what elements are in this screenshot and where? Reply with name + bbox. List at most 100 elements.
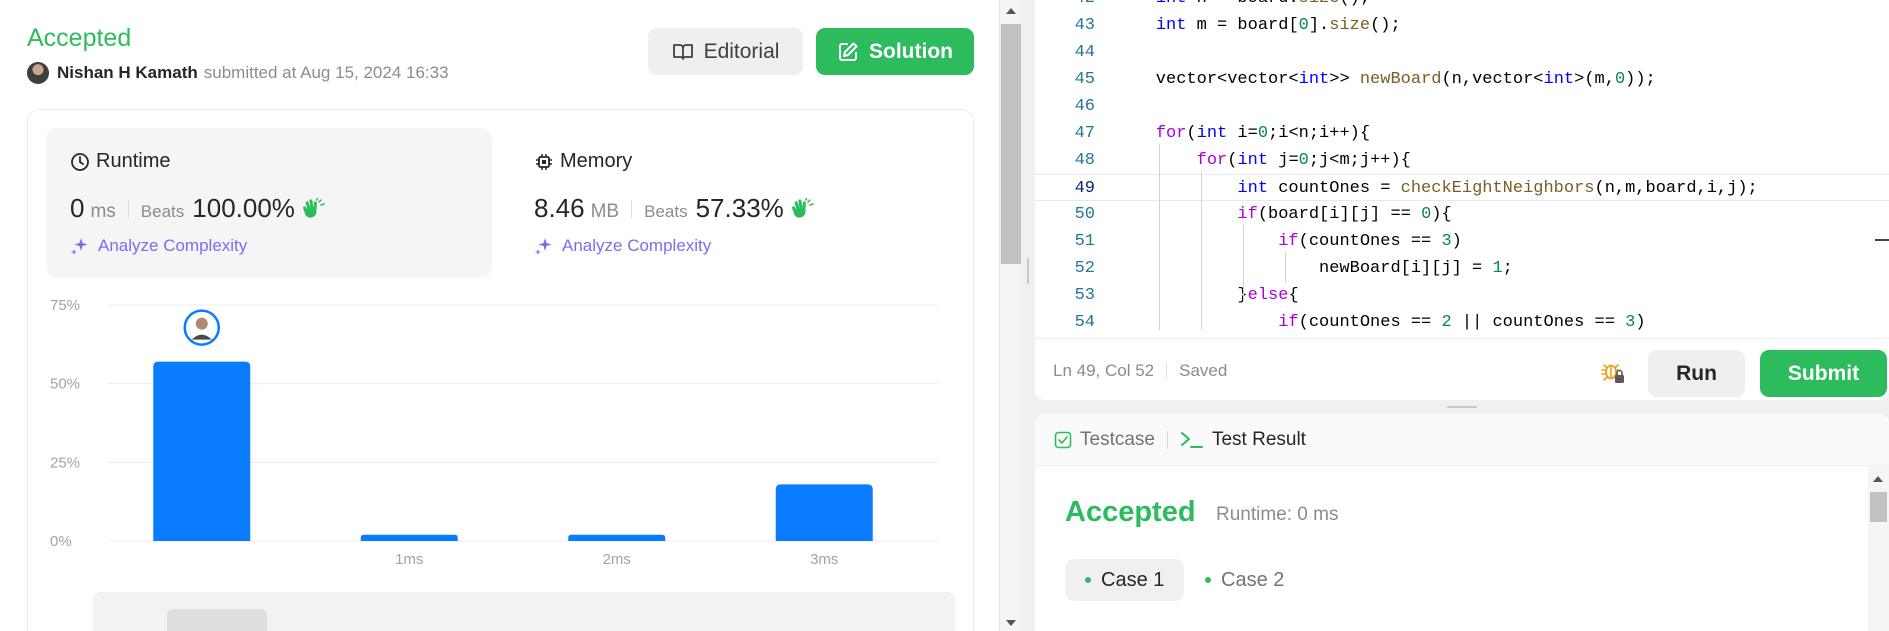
submitted-time: submitted at Aug 15, 2024 16:33	[203, 63, 449, 82]
tab-test-result[interactable]: Test Result	[1180, 429, 1306, 451]
run-button[interactable]: Run	[1648, 350, 1745, 397]
line-number: 43	[1074, 16, 1095, 35]
code-line[interactable]: 46	[1035, 93, 1889, 120]
memory-box[interactable]: Memory 8.46 MB Beats 57.33% Analyze Comp…	[510, 128, 956, 278]
chart-bar[interactable]	[153, 361, 251, 541]
bug-lock-icon[interactable]	[1600, 359, 1626, 385]
code-line[interactable]: 50 if(board[i][j] == 0){	[1035, 201, 1889, 228]
solution-label: Solution	[869, 39, 953, 63]
code-text: int countOnes = checkEightNeighbors(n,m,…	[1237, 179, 1758, 198]
result-status: Accepted	[1065, 496, 1196, 528]
divider	[1166, 430, 1168, 449]
code-line[interactable]: 53 }else{	[1035, 282, 1889, 309]
left-scrollbar[interactable]	[1001, 0, 1021, 631]
code-text: if(countOnes == 2 || countOnes == 3)	[1278, 313, 1646, 330]
cursor-position: Ln 49, Col 52	[1053, 361, 1155, 380]
x-tick-label: 3ms	[810, 551, 838, 568]
y-tick-label: 75%	[50, 297, 80, 314]
book-icon	[672, 43, 693, 60]
line-number: 53	[1074, 286, 1095, 305]
memory-head: Memory	[534, 150, 932, 173]
pass-dot-icon	[1205, 577, 1211, 583]
resize-grip[interactable]	[1447, 406, 1477, 408]
app-root: Accepted Nishan H Kamath submitted at Au…	[0, 0, 1889, 631]
code-line[interactable]: 51 if(countOnes == 3)	[1035, 228, 1889, 255]
result-tabs: Testcase Test Result	[1035, 414, 1889, 466]
line-number: 44	[1074, 43, 1095, 62]
sparkle-icon	[535, 238, 552, 255]
horizontal-resize-handle[interactable]	[1035, 400, 1889, 414]
scroll-up-arrow-icon[interactable]	[1006, 8, 1016, 14]
code-line[interactable]: 49 int countOnes = checkEightNeighbors(n…	[1035, 174, 1889, 201]
runtime-distribution-chart[interactable]: 0% 25% 50% 75% 1ms 2ms 3ms	[46, 290, 956, 580]
chart-bar[interactable]	[360, 534, 458, 541]
resize-grip[interactable]	[1027, 258, 1029, 284]
runtime-label: Runtime	[96, 150, 171, 172]
case-2-tab[interactable]: Case 2	[1205, 559, 1304, 601]
code-line[interactable]: 47 for(int i=0;i<n;i++){	[1035, 120, 1889, 147]
line-number: 42	[1035, 0, 1095, 12]
runtime-head: Runtime	[70, 150, 468, 173]
code-line[interactable]: 44	[1035, 39, 1889, 66]
x-tick-label: 1ms	[395, 551, 423, 568]
terminal-icon	[1180, 431, 1203, 448]
runtime-beats-label: Beats	[140, 202, 185, 221]
tab-testcase[interactable]: Testcase	[1054, 429, 1155, 451]
result-scrollbar[interactable]	[1868, 466, 1889, 631]
memory-value: 8.46	[534, 193, 585, 223]
chart-bar[interactable]	[775, 484, 873, 541]
line-number: 49	[1074, 179, 1095, 198]
y-tick-label: 50%	[50, 376, 80, 393]
memory-unit: MB	[590, 201, 620, 222]
scroll-down-arrow-icon[interactable]	[1006, 620, 1016, 626]
memory-values: 8.46 MB Beats 57.33%	[534, 193, 932, 224]
indent-guide	[1159, 144, 1160, 330]
runtime-box[interactable]: Runtime 0 ms Beats 100.00% Analyze Compl…	[46, 128, 492, 278]
checkbox-icon	[1054, 431, 1072, 448]
code-line[interactable]: 42 int n = board.size();	[1035, 0, 1889, 12]
edit-icon	[839, 42, 858, 61]
memory-beats-value: 57.33%	[695, 193, 784, 223]
line-number: 48	[1074, 151, 1095, 170]
scroll-thumb[interactable]	[1001, 24, 1021, 264]
scroll-thumb[interactable]	[1870, 492, 1887, 522]
runtime-analyze-link[interactable]: Analyze Complexity	[70, 236, 468, 256]
memory-analyze-link[interactable]: Analyze Complexity	[534, 236, 932, 256]
vertical-resize-handle[interactable]	[1021, 0, 1035, 631]
line-number: 45	[1074, 70, 1095, 89]
chart-bar[interactable]	[568, 534, 666, 541]
save-status: Saved	[1179, 361, 1228, 380]
avatar[interactable]	[27, 62, 49, 84]
case-1-tab[interactable]: Case 1	[1065, 559, 1185, 601]
submit-button[interactable]: Submit	[1760, 350, 1887, 397]
minimap-cursor-marker	[1875, 239, 1889, 241]
result-runtime: Runtime: 0 ms	[1216, 504, 1339, 525]
runtime-beats-value: 100.00%	[192, 193, 295, 223]
y-tick-label: 0%	[50, 533, 72, 550]
author-name[interactable]: Nishan H Kamath	[57, 63, 198, 83]
code-line[interactable]: 45 vector<vector<int>> newBoard(n,vector…	[1035, 66, 1889, 93]
line-number: 51	[1074, 232, 1095, 251]
language-tag	[167, 609, 267, 631]
code-text: newBoard[i][j] = 1;	[1115, 259, 1513, 278]
editor-status: Ln 49, Col 52 Saved	[1053, 361, 1227, 381]
code-editor: 42 int n = board.size();43 int m = board…	[1035, 0, 1889, 400]
code-text: if(board[i][j] == 0){	[1237, 205, 1452, 224]
tab-test-result-label: Test Result	[1211, 428, 1306, 450]
editorial-label: Editorial	[703, 39, 780, 63]
code-preview-box	[93, 592, 955, 631]
code-text: vector<vector<int>> newBoard(n,vector<in…	[1115, 70, 1656, 89]
code-line[interactable]: 54 if(countOnes == 2 || countOnes == 3)	[1035, 309, 1889, 330]
code-text: int m = board[0].size();	[1155, 16, 1401, 35]
line-number: 46	[1074, 97, 1095, 116]
code-line[interactable]: 52 newBoard[i][j] = 1;	[1035, 255, 1889, 282]
sparkle-icon	[71, 238, 88, 255]
code-area[interactable]: 42 int n = board.size();43 int m = board…	[1035, 0, 1889, 330]
scroll-up-arrow-icon[interactable]	[1873, 476, 1883, 482]
code-line[interactable]: 43 int m = board[0].size();	[1035, 12, 1889, 39]
clap-icon	[302, 197, 325, 218]
indent-guide	[1243, 225, 1244, 301]
solution-button[interactable]: Solution	[816, 28, 974, 75]
editorial-button[interactable]: Editorial	[648, 28, 803, 75]
code-line[interactable]: 48 for(int j=0;j<m;j++){	[1035, 147, 1889, 174]
